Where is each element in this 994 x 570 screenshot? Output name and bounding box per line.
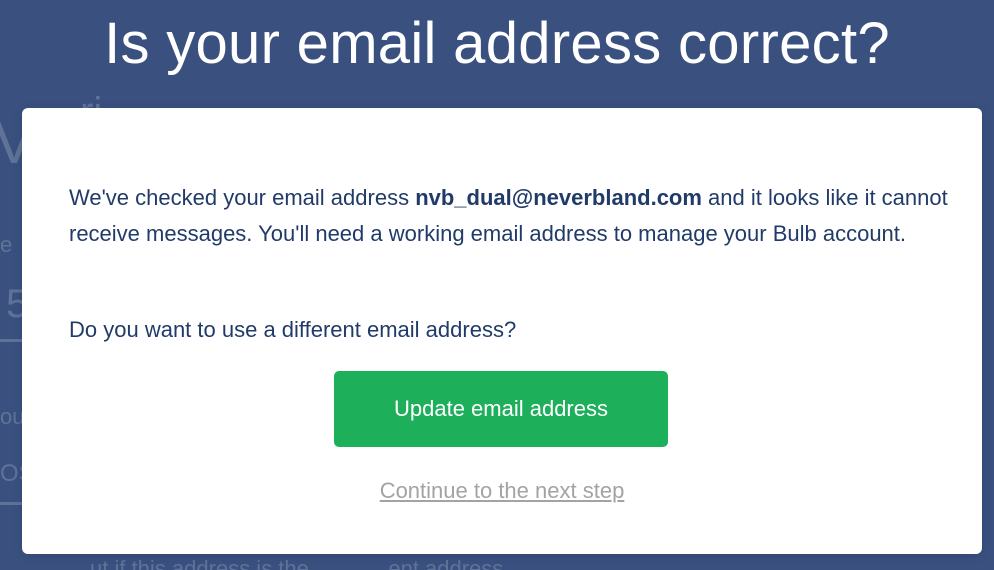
message-before-email: We've checked your email address <box>69 185 416 210</box>
email-address: nvb_dual@neverbland.com <box>415 185 702 210</box>
background-input-underline <box>0 339 22 342</box>
background-text: ou <box>0 404 25 429</box>
modal-question: Do you want to use a different email add… <box>69 317 517 342</box>
background-input-underline <box>0 502 22 505</box>
background-text: e <box>0 232 13 257</box>
page-title: Is your email address correct? <box>104 11 890 76</box>
update-email-button[interactable]: Update email address <box>334 371 668 447</box>
modal-message-text: We've checked your email address nvb_dua… <box>69 180 949 252</box>
email-confirmation-modal: We've checked your email address nvb_dua… <box>22 108 982 554</box>
background-text: ut if this address is the ... ... ... en… <box>90 556 504 570</box>
continue-next-step-link[interactable]: Continue to the next step <box>22 478 982 504</box>
modal-message: We've checked your email address nvb_dua… <box>69 180 949 252</box>
